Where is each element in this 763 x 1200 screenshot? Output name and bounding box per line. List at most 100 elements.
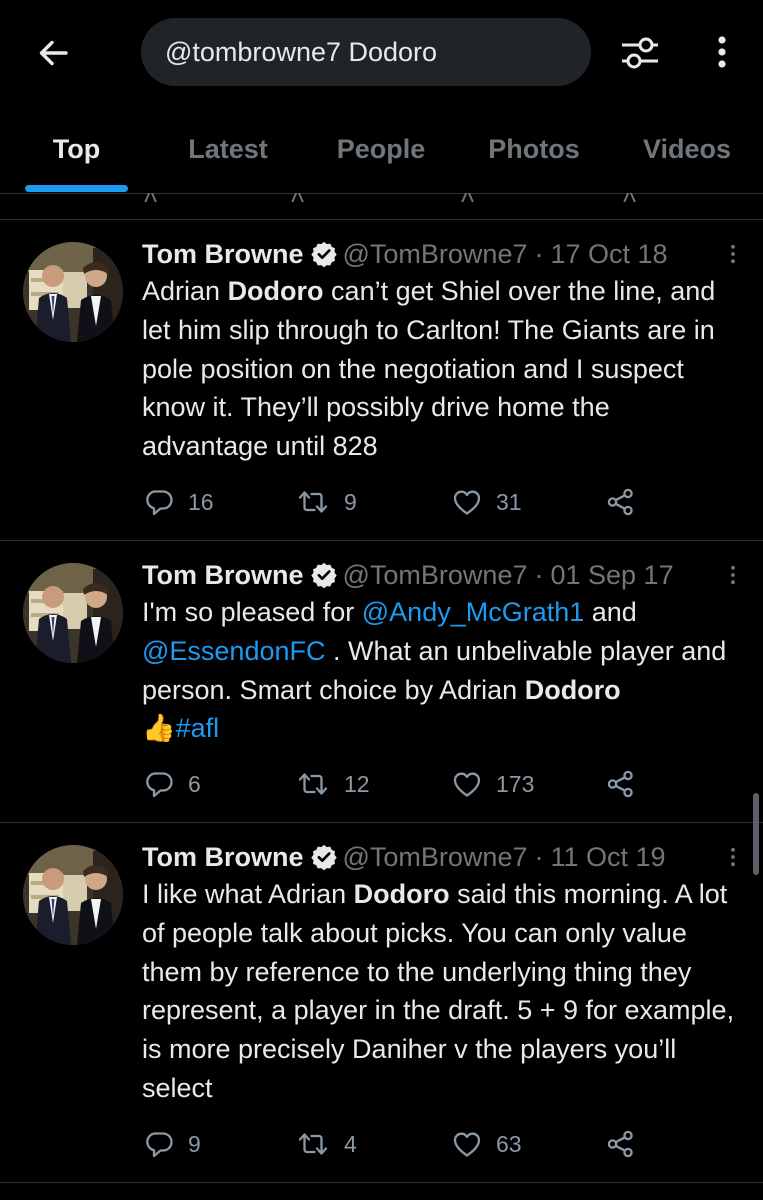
retweet-icon (296, 769, 330, 799)
text-segment: and (584, 597, 637, 627)
tweet[interactable]: Tom Browne @TomBrowne7 · 11 Oct 19 I lik… (0, 823, 763, 1183)
like-count: 31 (496, 488, 522, 515)
reply-button[interactable]: 16 (144, 482, 214, 522)
back-arrow-icon (39, 40, 68, 66)
tweet-date[interactable]: 11 Oct 19 (550, 842, 665, 873)
text-segment: Adrian (142, 276, 228, 306)
more-vertical-icon (729, 845, 737, 869)
like-button[interactable]: 63 (452, 1124, 522, 1164)
retweet-count: 4 (344, 1130, 357, 1157)
verified-badge-icon (310, 843, 338, 871)
reply-icon (144, 487, 174, 517)
author-handle[interactable]: @TomBrowne7 (343, 842, 528, 873)
retweet-button[interactable]: 12 (296, 764, 370, 804)
reply-count: 6 (188, 770, 201, 797)
more-vertical-icon (729, 563, 737, 587)
reply-button[interactable]: 6 (144, 764, 201, 804)
search-input[interactable]: @tombrowne7 Dodoro (141, 18, 591, 86)
author-handle[interactable]: @TomBrowne7 (343, 560, 528, 591)
share-icon (606, 769, 636, 799)
share-icon (606, 487, 636, 517)
tweet-text: Adrian Dodoro can’t get Shiel over the l… (142, 272, 743, 466)
verified-badge-icon (310, 561, 338, 589)
more-vertical-icon (729, 242, 737, 266)
author-handle[interactable]: @TomBrowne7 (343, 239, 528, 270)
tab-people[interactable]: People (315, 105, 447, 193)
tweet[interactable]: Tom Browne @TomBrowne7 · 17 Oct 18 Adria… (0, 220, 763, 541)
like-icon (452, 487, 482, 517)
reply-button[interactable]: 9 (144, 1124, 201, 1164)
highlighted-term: Dodoro (353, 879, 450, 909)
tweet-actions: 16 9 31 (0, 482, 763, 522)
tweet-actions: 6 12 173 (0, 764, 763, 804)
search-query: @tombrowne7 Dodoro (165, 36, 438, 67)
filter-icon (622, 37, 658, 69)
scrollbar[interactable] (753, 793, 759, 875)
tab-videos[interactable]: Videos (626, 105, 748, 193)
top-app-bar: @tombrowne7 Dodoro (0, 0, 763, 105)
share-button[interactable] (606, 764, 636, 804)
more-options-button[interactable] (702, 28, 742, 76)
tweet-header: Tom Browne @TomBrowne7 · 17 Oct 18 (142, 236, 743, 272)
tweet-more-button[interactable] (723, 839, 743, 875)
reply-count: 9 (188, 1130, 201, 1157)
search-tabs: Top Latest People Photos Videos (0, 105, 763, 194)
mention-link[interactable]: @Andy_McGrath1 (362, 597, 585, 627)
back-button[interactable] (30, 30, 76, 76)
like-icon (452, 769, 482, 799)
separator-dot: · (534, 559, 544, 590)
highlighted-term: Dodoro (227, 276, 324, 306)
hashtag-link[interactable]: #afl (176, 713, 220, 743)
tweet-date[interactable]: 17 Oct 18 (550, 239, 667, 270)
thumbs-up-emoji: 👍 (142, 713, 176, 744)
tweet-text: I'm so pleased for @Andy_McGrath1 and @E… (142, 593, 743, 748)
like-count: 63 (496, 1130, 522, 1157)
avatar-image (23, 845, 123, 945)
like-button[interactable]: 173 (452, 764, 534, 804)
tab-top[interactable]: Top (25, 105, 128, 193)
separator-dot: · (534, 238, 544, 269)
retweet-icon (296, 487, 330, 517)
active-tab-indicator (25, 185, 128, 192)
tab-photos[interactable]: Photos (468, 105, 600, 193)
avatar-image (23, 563, 123, 663)
tweet[interactable]: Tom Browne @TomBrowne7 · 01 Sep 17 I'm s… (0, 541, 763, 823)
share-button[interactable] (606, 482, 636, 522)
retweet-count: 12 (344, 770, 370, 797)
retweet-count: 9 (344, 488, 357, 515)
more-vertical-icon (718, 36, 726, 68)
separator-dot: · (534, 841, 544, 872)
share-button[interactable] (606, 1124, 636, 1164)
author-name[interactable]: Tom Browne (142, 842, 304, 873)
previous-tweet-remnant: ˄ ˄ ˄ ˄ (0, 193, 763, 220)
tweet-date[interactable]: 01 Sep 17 (550, 560, 673, 591)
reply-icon (144, 1129, 174, 1159)
mention-link[interactable]: @EssendonFC (142, 636, 326, 666)
verified-badge-icon (310, 240, 338, 268)
text-segment: I'm so pleased for (142, 597, 362, 627)
tweet-text: I like what Adrian Dodoro said this morn… (142, 875, 743, 1108)
like-button[interactable]: 31 (452, 482, 522, 522)
retweet-button[interactable]: 4 (296, 1124, 357, 1164)
avatar-image (23, 242, 123, 342)
share-icon (606, 1129, 636, 1159)
avatar[interactable] (23, 563, 123, 663)
filter-button[interactable] (616, 28, 664, 76)
retweet-icon (296, 1129, 330, 1159)
author-name[interactable]: Tom Browne (142, 239, 304, 270)
retweet-button[interactable]: 9 (296, 482, 357, 522)
reply-icon (144, 769, 174, 799)
tab-latest[interactable]: Latest (168, 105, 288, 193)
tweet-actions: 9 4 63 (0, 1124, 763, 1164)
tweet-header: Tom Browne @TomBrowne7 · 11 Oct 19 (142, 839, 743, 875)
tweet-more-button[interactable] (723, 557, 743, 593)
text-segment: I like what Adrian (142, 879, 354, 909)
like-count: 173 (496, 770, 535, 797)
author-name[interactable]: Tom Browne (142, 560, 304, 591)
avatar[interactable] (23, 845, 123, 945)
like-icon (452, 1129, 482, 1159)
tweet-more-button[interactable] (723, 236, 743, 272)
reply-count: 16 (188, 488, 214, 515)
avatar[interactable] (23, 242, 123, 342)
text-segment: said this morning. A lot of people talk … (142, 879, 735, 1103)
